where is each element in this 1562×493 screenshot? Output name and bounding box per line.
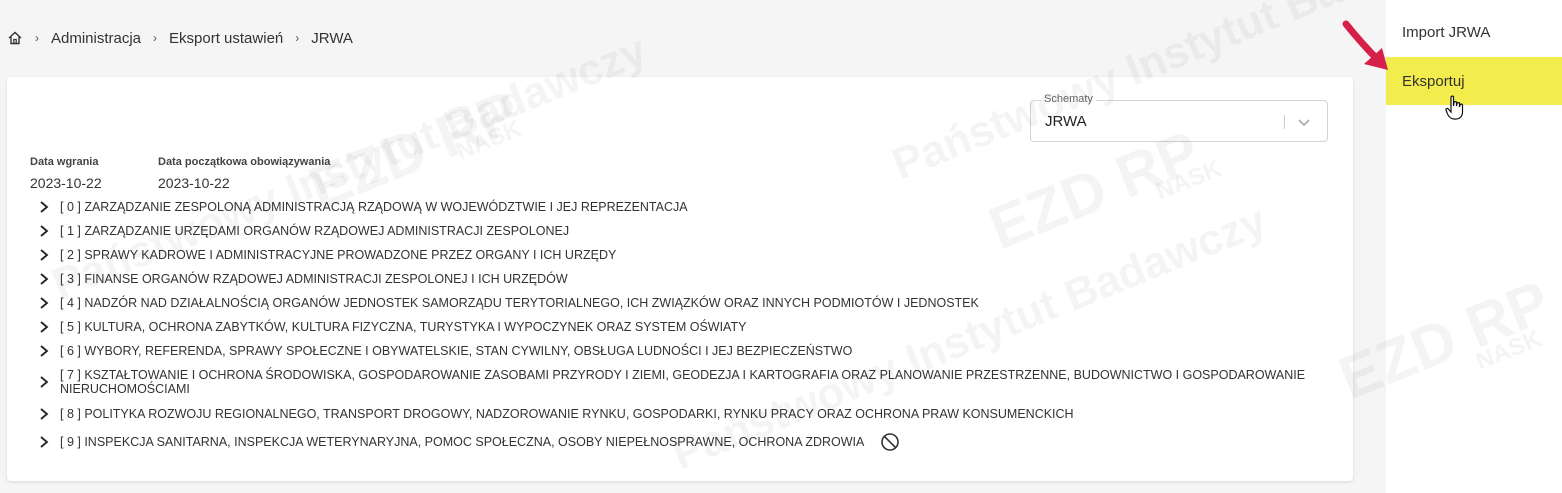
tree-item-label: [ 2 ] SPRAWY KADROWE I ADMINISTRACYJNE P… bbox=[60, 248, 617, 262]
schema-select[interactable]: Schematy JRWA bbox=[1030, 93, 1328, 142]
hand-pointer-icon bbox=[1445, 95, 1464, 120]
chevron-right-icon[interactable] bbox=[37, 224, 51, 238]
start-date-value: 2023-10-22 bbox=[158, 175, 230, 191]
breadcrumb-separator-icon: › bbox=[295, 31, 300, 45]
jrwa-tree: [ 0 ] ZARZĄDZANIE ZESPOLONĄ ADMINISTRACJ… bbox=[37, 195, 1337, 457]
tree-item[interactable]: [ 4 ] NADZÓR NAD DZIAŁALNOŚCIĄ ORGANÓW J… bbox=[37, 291, 1337, 315]
select-divider bbox=[1284, 115, 1285, 129]
breadcrumb: › Administracja › Eksport ustawień › JRW… bbox=[7, 28, 353, 48]
chevron-right-icon[interactable] bbox=[37, 248, 51, 262]
breadcrumb-item-eksport-ustawien[interactable]: Eksport ustawień bbox=[169, 30, 283, 47]
chevron-right-icon[interactable] bbox=[37, 272, 51, 286]
chevron-right-icon[interactable] bbox=[37, 320, 51, 334]
start-date-label: Data początkowa obowiązywania bbox=[158, 156, 331, 168]
chevron-right-icon[interactable] bbox=[37, 200, 51, 214]
tree-item[interactable]: [ 0 ] ZARZĄDZANIE ZESPOLONĄ ADMINISTRACJ… bbox=[37, 195, 1337, 219]
upload-date-value: 2023-10-22 bbox=[30, 175, 102, 191]
tree-item[interactable]: [ 9 ] INSPEKCJA SANITARNA, INSPEKCJA WET… bbox=[37, 427, 1337, 457]
import-jrwa-menu-item[interactable]: Import JRWA bbox=[1386, 8, 1562, 56]
tree-item-label: [ 1 ] ZARZĄDZANIE URZĘDAMI ORGANÓW RZĄDO… bbox=[60, 224, 570, 238]
upload-date: Data wgrania 2023-10-22 bbox=[30, 156, 158, 191]
chevron-right-icon[interactable] bbox=[37, 375, 51, 389]
tree-item[interactable]: [ 1 ] ZARZĄDZANIE URZĘDAMI ORGANÓW RZĄDO… bbox=[37, 219, 1337, 243]
tree-item-label: [ 7 ] KSZTAŁTOWANIE I OCHRONA ŚRODOWISKA… bbox=[60, 368, 1306, 396]
tree-item-label: [ 9 ] INSPEKCJA SANITARNA, INSPEKCJA WET… bbox=[60, 435, 865, 449]
side-menu: Import JRWA Eksportuj bbox=[1386, 0, 1562, 493]
start-date: Data początkowa obowiązywania 2023-10-22 bbox=[158, 156, 358, 191]
tree-item[interactable]: [ 8 ] POLITYKA ROZWOJU REGIONALNEGO, TRA… bbox=[37, 401, 1337, 427]
tree-item[interactable]: [ 5 ] KULTURA, OCHRONA ZABYTKÓW, KULTURA… bbox=[37, 315, 1337, 339]
export-menu-item[interactable]: Eksportuj bbox=[1386, 57, 1562, 105]
chevron-right-icon[interactable] bbox=[37, 296, 51, 310]
breadcrumb-separator-icon: › bbox=[153, 31, 158, 45]
schema-select-value: JRWA bbox=[1045, 113, 1087, 130]
tree-item[interactable]: [ 6 ] WYBORY, REFERENDA, SPRAWY SPOŁECZN… bbox=[37, 339, 1337, 363]
jrwa-card: Schematy JRWA Data wgrania 2023-10-22 Da… bbox=[7, 77, 1353, 481]
tree-item-label: [ 4 ] NADZÓR NAD DZIAŁALNOŚCIĄ ORGANÓW J… bbox=[60, 296, 979, 310]
chevron-right-icon[interactable] bbox=[37, 344, 51, 358]
breadcrumb-item-administracja[interactable]: Administracja bbox=[51, 30, 141, 47]
home-icon[interactable] bbox=[7, 30, 23, 46]
ban-icon bbox=[880, 432, 900, 452]
tree-item-label: [ 6 ] WYBORY, REFERENDA, SPRAWY SPOŁECZN… bbox=[60, 344, 853, 358]
tree-item-label: [ 8 ] POLITYKA ROZWOJU REGIONALNEGO, TRA… bbox=[60, 407, 1074, 421]
chevron-right-icon[interactable] bbox=[37, 407, 51, 421]
tree-item-label: [ 3 ] FINANSE ORGANÓW RZĄDOWEJ ADMINISTR… bbox=[60, 272, 568, 286]
annotation-arrow-icon bbox=[1342, 20, 1388, 70]
upload-date-label: Data wgrania bbox=[30, 156, 99, 168]
breadcrumb-item-jrwa: JRWA bbox=[311, 29, 353, 47]
tree-item[interactable]: [ 3 ] FINANSE ORGANÓW RZĄDOWEJ ADMINISTR… bbox=[37, 267, 1337, 291]
breadcrumb-separator-icon: › bbox=[35, 31, 39, 45]
tree-item-label: [ 5 ] KULTURA, OCHRONA ZABYTKÓW, KULTURA… bbox=[60, 320, 747, 334]
tree-item-label: [ 0 ] ZARZĄDZANIE ZESPOLONĄ ADMINISTRACJ… bbox=[60, 200, 688, 214]
tree-item[interactable]: [ 7 ] KSZTAŁTOWANIE I OCHRONA ŚRODOWISKA… bbox=[37, 363, 1337, 401]
dates-section: Data wgrania 2023-10-22 Data początkowa … bbox=[30, 156, 358, 191]
tree-item[interactable]: [ 2 ] SPRAWY KADROWE I ADMINISTRACYJNE P… bbox=[37, 243, 1337, 267]
chevron-right-icon[interactable] bbox=[37, 435, 51, 449]
schema-select-label: Schematy bbox=[1041, 93, 1096, 105]
chevron-down-icon[interactable] bbox=[1297, 115, 1311, 129]
